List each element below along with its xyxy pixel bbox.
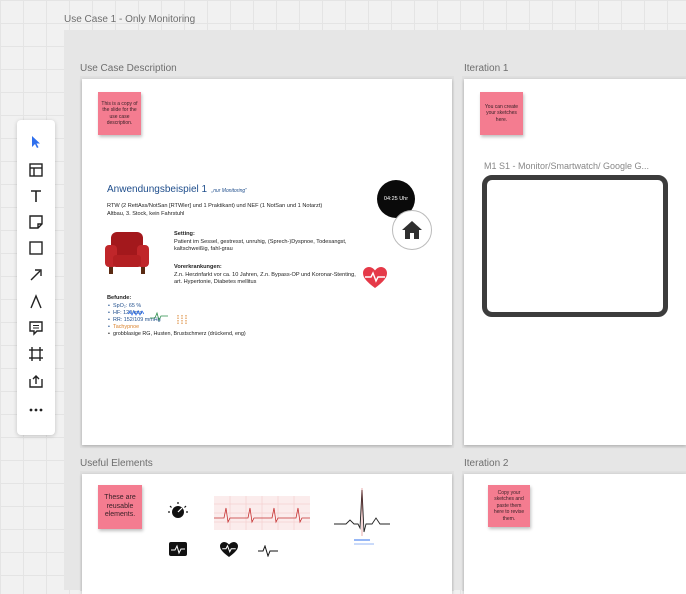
heart-pulse-element-icon[interactable] — [220, 542, 238, 562]
frame-icon — [29, 347, 43, 361]
vital-symptoms: grobblasige RG, Husten, Brustschmerz (dr… — [108, 331, 353, 338]
vital-spo2: SpO₂: 65 % — [108, 303, 353, 310]
connector-tool[interactable] — [26, 265, 46, 285]
armchair-image — [102, 229, 152, 282]
slide-title-row: Anwendungsbeispiel 1 „nur Monitoring“ — [107, 179, 247, 197]
sketch-label[interactable]: M1 S1 - Monitor/Smartwatch/ Google G... — [484, 161, 649, 171]
outer-frame-title[interactable]: Use Case 1 - Only Monitoring — [64, 14, 195, 25]
sticky-note-icon — [29, 215, 43, 229]
heart-pulse-icon — [363, 267, 387, 294]
iteration-2-slide[interactable]: Copy your sketches and paste them here t… — [464, 474, 686, 594]
setting-text: Patient im Sessel, gestresst, unruhig, (… — [174, 239, 347, 252]
upload-icon — [29, 375, 43, 388]
upload-tool[interactable] — [26, 371, 46, 391]
frame-title-useful-elements[interactable]: Useful Elements — [80, 458, 153, 469]
pen-tool[interactable] — [26, 292, 46, 312]
vorerkrankungen-heading: Vorerkrankungen: — [174, 264, 222, 270]
device-sketch-frame[interactable] — [482, 175, 668, 317]
vital-tachypnoe: Tachypnoe — [108, 324, 353, 331]
comment-icon — [29, 321, 43, 336]
gauge-icon[interactable] — [168, 501, 188, 526]
sticky-iteration2-note[interactable]: Copy your sketches and paste them here t… — [488, 485, 530, 527]
monitor-pulse-icon[interactable] — [169, 542, 187, 561]
slide-title: Anwendungsbeispiel 1 — [107, 184, 208, 195]
frame-tool[interactable] — [26, 344, 46, 364]
frame-title-use-case[interactable]: Use Case Description — [80, 63, 177, 74]
ecg-waveform-diagram[interactable] — [334, 486, 390, 551]
frame-title-iteration-2[interactable]: Iteration 2 — [464, 458, 508, 469]
pen-icon — [30, 294, 42, 309]
vorerkrankungen-text: Z.n. Herzinfarkt vor ca. 10 Jahren, Z.n.… — [174, 272, 356, 285]
setting-heading: Setting: — [174, 231, 195, 237]
spo2-wave-icon — [127, 303, 145, 321]
left-toolbar — [17, 120, 55, 435]
connector-icon — [30, 269, 42, 281]
text-tool[interactable] — [26, 186, 46, 206]
ecg-strip-image[interactable] — [214, 496, 310, 530]
template-tool[interactable] — [26, 160, 46, 180]
befunde-heading: Befunde: — [107, 295, 132, 301]
sticky-copy-note[interactable]: This is a copy of the slide for the use … — [98, 92, 141, 135]
slide-title-suffix: „nur Monitoring“ — [211, 188, 247, 194]
vital-hf: HF: 120/min — [108, 310, 353, 317]
frame-title-iteration-1[interactable]: Iteration 1 — [464, 63, 508, 74]
select-tool[interactable] — [26, 132, 46, 152]
text-icon — [31, 190, 41, 202]
iteration-1-slide[interactable]: You can create your sketches here. M1 S1… — [464, 79, 686, 445]
template-icon — [29, 163, 43, 177]
more-icon — [29, 408, 43, 412]
comment-tool[interactable] — [26, 318, 46, 338]
home-icon — [392, 210, 432, 250]
slide-line-1: RTW (2 RettAss/NotSan [RTWler] und 1 Pra… — [107, 203, 323, 209]
sticky-note-tool[interactable] — [26, 212, 46, 232]
select-icon — [32, 136, 40, 148]
pulse-line-icon[interactable] — [258, 544, 278, 562]
useful-elements-slide[interactable]: These are reusable elements. — [82, 474, 452, 594]
sticky-useful-note[interactable]: These are reusable elements. — [98, 485, 142, 529]
clock-text: 04:25 Uhr — [383, 196, 409, 202]
ecg-small-icon — [150, 308, 168, 326]
shape-tool[interactable] — [26, 238, 46, 258]
sticky-iteration1-note[interactable]: You can create your sketches here. — [480, 92, 523, 135]
shape-icon — [29, 241, 43, 255]
slide-line-2: Altbau, 3. Stock, kein Fahrstuhl — [107, 211, 185, 217]
bp-gauge-icon — [175, 313, 189, 332]
vital-rr: RR: 152/109 mmHg — [108, 317, 353, 324]
more-tool[interactable] — [26, 400, 46, 420]
use-case-slide[interactable]: This is a copy of the slide for the use … — [82, 79, 452, 445]
